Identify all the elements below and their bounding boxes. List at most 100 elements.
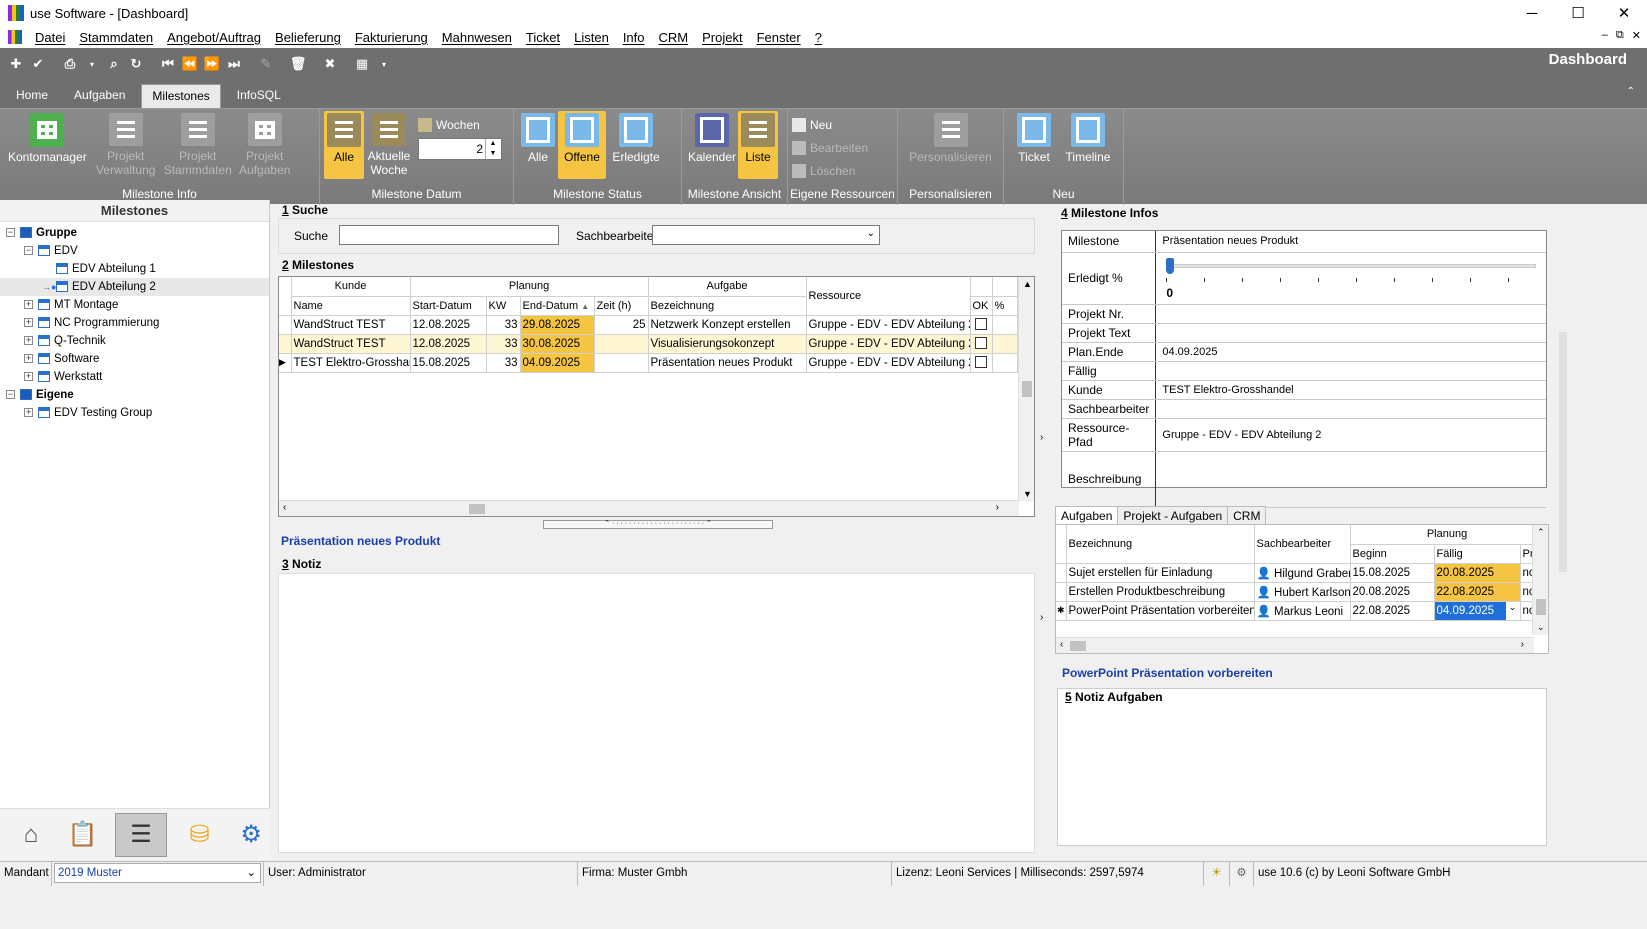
projekt-aufgaben-button[interactable]: Projekt Aufgaben	[235, 111, 295, 179]
right-edge-scroll[interactable]	[1559, 332, 1567, 572]
dropdown-icon[interactable]: ▾	[82, 54, 102, 74]
col-end-datum[interactable]: End-Datum ▲	[520, 296, 595, 316]
search-icon[interactable]: ⌕	[104, 54, 124, 74]
col-aufg-faellig[interactable]: Fällig	[1434, 544, 1521, 564]
aufgabe-row[interactable]: Sujet erstellen für Einladung 👤 Hilgund G…	[1056, 563, 1545, 583]
info-projekt-nr-value[interactable]	[1155, 304, 1546, 324]
ressource-neu-button[interactable]: Neu	[792, 115, 868, 134]
tab-infosql[interactable]: InfoSQL	[227, 84, 291, 108]
tab-milestones[interactable]: Milestones	[141, 84, 221, 108]
splitter-left-icon-2[interactable]: ›	[1040, 612, 1043, 623]
previous-record-icon[interactable]: ⏪	[180, 54, 200, 74]
expand-toggle-icon[interactable]: −	[6, 228, 15, 238]
info-projekt-text-value[interactable]	[1155, 323, 1546, 343]
print-icon[interactable]: ⎙	[60, 54, 80, 74]
col-kw[interactable]: KW	[486, 296, 521, 316]
kalender-button[interactable]: Kalender	[686, 111, 738, 179]
expand-toggle-icon[interactable]: +	[24, 354, 33, 364]
milestones-vscroll[interactable]: ▲ ▼	[1018, 277, 1034, 501]
mdi-minimize-icon[interactable]: –	[1602, 29, 1608, 42]
next-record-icon[interactable]: ⏩	[202, 54, 222, 74]
tree-item[interactable]: − Eigene	[0, 386, 269, 404]
col-name[interactable]: Name	[291, 296, 411, 316]
ok-checkbox[interactable]	[975, 318, 987, 331]
expand-toggle-icon[interactable]: +	[24, 372, 33, 382]
col-start-datum[interactable]: Start-Datum	[410, 296, 487, 316]
expand-toggle-icon[interactable]: +	[24, 318, 33, 328]
close-button[interactable]: ✕	[1601, 0, 1647, 26]
info-kunde-value[interactable]: TEST Elektro-Grosshandel	[1155, 380, 1546, 400]
projekt-stammdaten-button[interactable]: Projekt Stammdaten	[161, 111, 235, 179]
sun-icon[interactable]: ☀	[1204, 861, 1230, 886]
ok-checkbox[interactable]	[975, 337, 987, 350]
menu-belieferung[interactable]: Belieferung	[268, 30, 348, 45]
menu-mahnwesen[interactable]: Mahnwesen	[435, 30, 519, 45]
liste-button[interactable]: Liste	[738, 111, 778, 179]
header-ressource[interactable]: Ressource	[806, 277, 971, 316]
splitter-left-icon[interactable]: ›	[1040, 432, 1043, 443]
menu-ticket[interactable]: Ticket	[519, 30, 567, 45]
tab-aufgaben[interactable]: Aufgaben	[64, 84, 135, 108]
grid-dropdown-icon[interactable]: ▾	[374, 54, 394, 74]
notiz-aufgaben-panel[interactable]: 5 Notiz Aufgaben	[1057, 688, 1547, 846]
grid-icon[interactable]: ▦	[352, 54, 372, 74]
status-offene-button[interactable]: Offene	[558, 111, 606, 179]
milestone-row[interactable]: WandStruct TEST 12.08.2025 33 29.08.2025 25 N…	[279, 315, 1018, 335]
mandant-select[interactable]: 2019 Muster ⌄	[52, 861, 264, 886]
info-beschreibung-value[interactable]	[1155, 451, 1546, 508]
datum-alle-button[interactable]: Alle	[324, 111, 364, 179]
kontomanager-button[interactable]: Kontomanager	[4, 111, 91, 179]
tree-item[interactable]: − Gruppe	[0, 224, 269, 242]
splitter-handle[interactable]: ⌃ · · · · · · · · · · · · · · · · · · · …	[543, 520, 773, 529]
menu-angebot-auftrag[interactable]: Angebot/Auftrag	[160, 30, 268, 45]
ok-checkbox[interactable]	[975, 356, 987, 369]
database-icon[interactable]: ⛁	[181, 816, 219, 854]
aufgaben-hscroll[interactable]: ‹ ›	[1056, 637, 1534, 653]
col-zeit[interactable]: Zeit (h)	[594, 296, 649, 316]
last-record-icon[interactable]: ⏭	[224, 54, 244, 74]
tree-item[interactable]: + MT Montage	[0, 296, 269, 314]
menu-fenster[interactable]: Fenster	[750, 30, 808, 45]
settings-gear-icon[interactable]: ⚙	[232, 816, 270, 854]
info-faellig-value[interactable]	[1155, 361, 1546, 381]
ressource-bearbeiten-button[interactable]: Bearbeiten	[792, 138, 868, 157]
menu-stammdaten[interactable]: Stammdaten	[72, 30, 160, 45]
tree-item[interactable]: + Software	[0, 350, 269, 368]
mdi-restore-icon[interactable]: ⧉	[1616, 29, 1624, 42]
expand-toggle-icon[interactable]: +	[24, 336, 33, 346]
status-erledigte-button[interactable]: Erledigte	[606, 111, 666, 179]
aufgaben-vscroll[interactable]: ⌃ ⌄	[1532, 525, 1548, 635]
edit-icon[interactable]: ✎	[256, 54, 276, 74]
menu-crm[interactable]: CRM	[652, 30, 696, 45]
check-icon[interactable]: ✔	[28, 54, 48, 74]
menu-listen[interactable]: Listen	[567, 30, 616, 45]
ticket-button[interactable]: Ticket	[1008, 111, 1060, 179]
tree-item[interactable]: EDV Abteilung 1	[0, 260, 269, 278]
menu-help[interactable]: ?	[808, 30, 829, 45]
timeline-button[interactable]: Timeline	[1060, 111, 1116, 179]
tab-projekt-aufgaben[interactable]: Projekt - Aufgaben	[1117, 506, 1229, 525]
aktuelle-woche-button[interactable]: Aktuelle Woche	[364, 111, 414, 179]
tree-item[interactable]: − EDV	[0, 242, 269, 260]
aufgabe-row[interactable]: Erstellen Produktbeschreibung 👤 Hubert Ka…	[1056, 582, 1545, 602]
info-sachbearbeiter-value[interactable]	[1155, 399, 1546, 419]
menu-fakturierung[interactable]: Fakturierung	[348, 30, 435, 45]
info-pfad-value[interactable]: Gruppe - EDV - EDV Abteilung 2	[1155, 418, 1546, 452]
first-record-icon[interactable]: ⏮	[158, 54, 178, 74]
tree-item[interactable]: + EDV Testing Group	[0, 404, 269, 422]
personalisieren-button[interactable]: Personalisieren	[902, 111, 999, 179]
erledigt-slider[interactable]: 0	[1155, 252, 1546, 305]
projekt-verwaltung-button[interactable]: Projekt Verwaltung	[91, 111, 161, 179]
milestones-hscroll[interactable]: ‹ ›	[279, 500, 1019, 516]
cancel-icon[interactable]: ✖	[320, 54, 340, 74]
wochen-button[interactable]: Wochen	[418, 115, 502, 134]
tab-crm[interactable]: CRM	[1227, 506, 1267, 525]
refresh-icon[interactable]: ↻	[126, 54, 146, 74]
mdi-close-icon[interactable]: ✕	[1632, 29, 1641, 42]
delete-icon[interactable]: 🗑	[288, 54, 308, 74]
tab-home[interactable]: Home	[6, 84, 58, 108]
list-icon[interactable]: ☰	[115, 812, 167, 857]
expand-toggle-icon[interactable]: +	[24, 408, 33, 418]
tree-item[interactable]: →● EDV Abteilung 2	[0, 278, 269, 296]
expand-toggle-icon[interactable]: −	[24, 246, 33, 256]
